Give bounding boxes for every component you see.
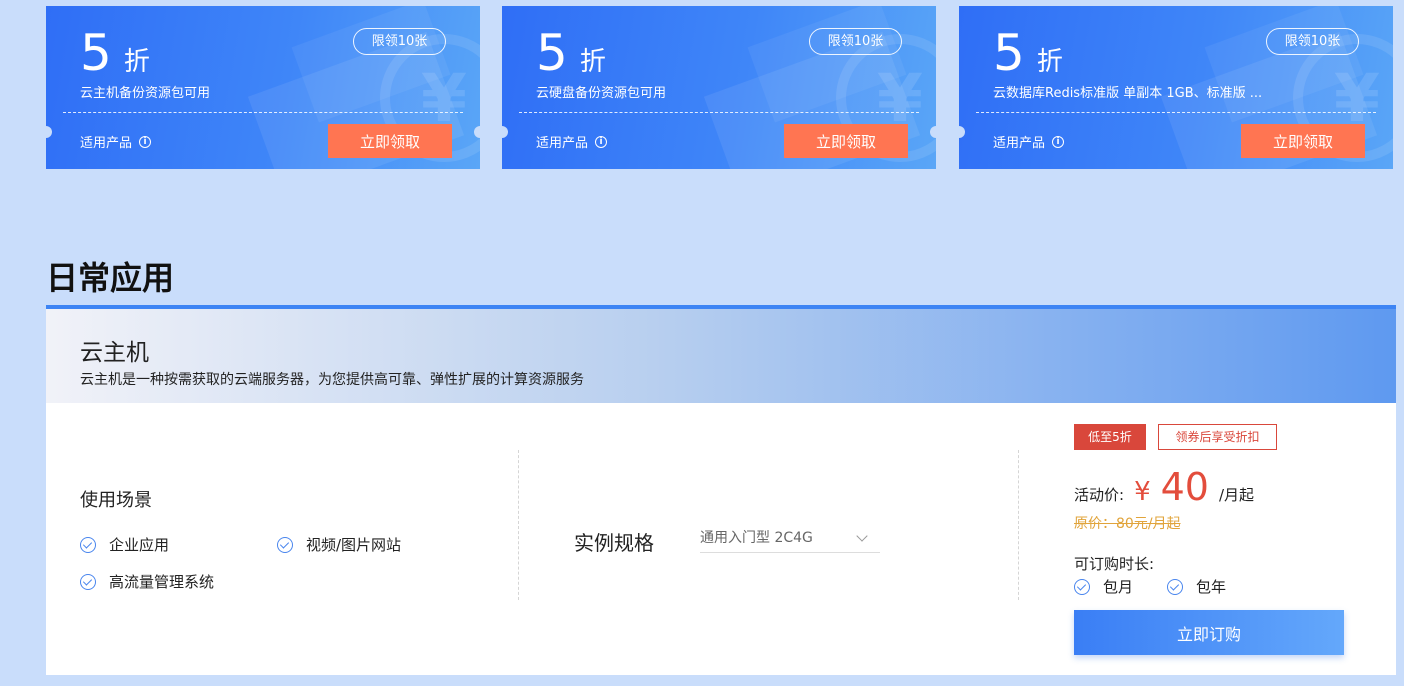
price-label: 活动价: (1074, 486, 1125, 504)
applicable-products-label: 适用产品 (536, 136, 589, 151)
discount-number: 5 (993, 24, 1025, 82)
price-value: 40 (1160, 465, 1209, 509)
product-header: 云主机 云主机是一种按需获取的云端服务器，为您提供高可靠、弹性扩展的计算资源服务 (46, 309, 1396, 403)
info-icon[interactable]: i (595, 135, 608, 148)
original-price: 原价：80元/月起 (1074, 516, 1181, 532)
price-currency: ¥ (1134, 477, 1151, 507)
check-circle-icon (80, 573, 96, 590)
coupon-card: ¥ 5 折 限领10张 云数据库Redis标准版 单副本 1GB、标准版 ...… (959, 6, 1393, 169)
coupon-limit-badge: 限领10张 (353, 28, 446, 55)
coupon-discount: 5 折 (80, 24, 150, 82)
coupon-description: 云主机备份资源包可用 (80, 86, 211, 101)
spec-select[interactable]: 通用入门型 2C4G (700, 525, 880, 553)
claim-coupon-button[interactable]: 立即领取 (1241, 124, 1365, 158)
coupon-divider (519, 112, 919, 113)
coupon-discount: 5 折 (536, 24, 606, 82)
applicable-products[interactable]: 适用产品 i (80, 132, 152, 151)
coupon-divider (63, 112, 463, 113)
usage-title: 使用场景 (80, 490, 152, 511)
claim-coupon-button[interactable]: 立即领取 (328, 124, 452, 158)
spec-select-value: 通用入门型 2C4G (700, 530, 813, 546)
discount-unit: 折 (123, 47, 150, 77)
info-icon[interactable]: i (139, 135, 152, 148)
usage-item: 高流量管理系统 (80, 571, 214, 592)
claim-coupon-button[interactable]: 立即领取 (784, 124, 908, 158)
usage-item-label: 视频/图片网站 (306, 536, 402, 554)
coupon-tag: 领券后享受折扣 (1158, 424, 1277, 450)
chevron-down-icon (856, 530, 868, 542)
product-card: 云主机 云主机是一种按需获取的云端服务器，为您提供高可靠、弹性扩展的计算资源服务… (46, 305, 1396, 675)
coupon-card: ¥ 5 折 限领10张 云硬盘备份资源包可用 适用产品 i 立即领取 (502, 6, 936, 169)
check-circle-icon (1167, 578, 1183, 595)
usage-item: 视频/图片网站 (277, 534, 401, 555)
applicable-products-label: 适用产品 (80, 136, 133, 151)
duration-option-label: 包月 (1103, 578, 1134, 596)
check-circle-icon (1074, 578, 1090, 595)
coupon-notch (959, 126, 965, 138)
applicable-products[interactable]: 适用产品 i (993, 132, 1065, 151)
discount-unit: 折 (579, 47, 606, 77)
coupon-description: 云硬盘备份资源包可用 (536, 86, 667, 101)
usage-item-label: 企业应用 (109, 536, 170, 554)
coupon-limit-badge: 限领10张 (809, 28, 902, 55)
discount-number: 5 (536, 24, 568, 82)
price-row: 活动价: ¥ 40 /月起 (1074, 465, 1254, 509)
coupon-notch (474, 126, 480, 138)
duration-option-yearly[interactable]: 包年 (1167, 576, 1226, 597)
column-divider (1018, 450, 1019, 600)
duration-option-monthly[interactable]: 包月 (1074, 576, 1133, 597)
coupon-description: 云数据库Redis标准版 单副本 1GB、标准版 ... (993, 86, 1263, 101)
product-description: 云主机是一种按需获取的云端服务器，为您提供高可靠、弹性扩展的计算资源服务 (80, 372, 584, 388)
coupon-divider (976, 112, 1376, 113)
product-name: 云主机 (80, 340, 149, 366)
spec-label: 实例规格 (574, 531, 654, 555)
discount-number: 5 (80, 24, 112, 82)
usage-item: 企业应用 (80, 534, 169, 555)
check-circle-icon (80, 536, 96, 553)
order-button[interactable]: 立即订购 (1074, 610, 1344, 655)
applicable-products-label: 适用产品 (993, 136, 1046, 151)
coupon-notch (502, 126, 508, 138)
coupon-notch (46, 126, 52, 138)
discount-unit: 折 (1036, 47, 1063, 77)
discount-tag: 低至5折 (1074, 424, 1146, 450)
section-title: 日常应用 (46, 259, 175, 297)
applicable-products[interactable]: 适用产品 i (536, 132, 608, 151)
column-divider (518, 450, 519, 600)
coupon-discount: 5 折 (993, 24, 1063, 82)
price-unit: /月起 (1218, 486, 1255, 504)
duration-option-label: 包年 (1196, 578, 1227, 596)
coupon-limit-badge: 限领10张 (1266, 28, 1359, 55)
coupon-card: ¥ 5 折 限领10张 云主机备份资源包可用 适用产品 i 立即领取 (46, 6, 480, 169)
coupon-notch (930, 126, 936, 138)
check-circle-icon (277, 536, 293, 553)
info-icon[interactable]: i (1052, 135, 1065, 148)
duration-label: 可订购时长: (1074, 555, 1155, 573)
usage-item-label: 高流量管理系统 (109, 573, 215, 591)
